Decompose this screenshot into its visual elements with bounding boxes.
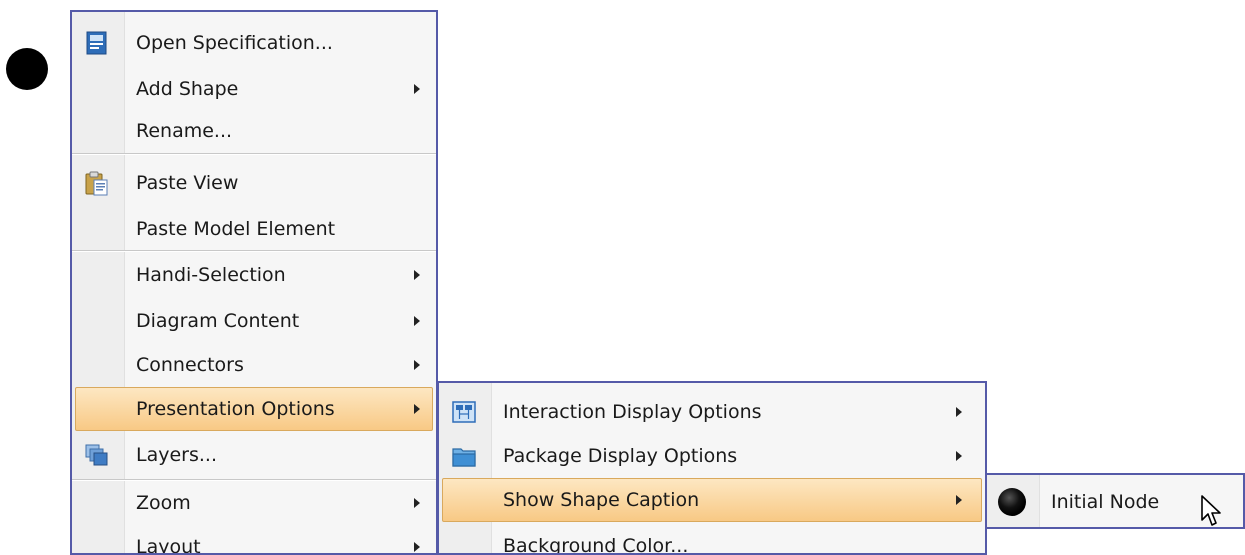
submenu-arrow-icon: [956, 407, 962, 417]
menu-separator: [72, 153, 436, 155]
menu-item-label: Background Color...: [503, 535, 689, 555]
menu-item-paste-model-element[interactable]: Paste Model Element: [72, 206, 436, 252]
paste-clipboard-icon: [85, 171, 108, 196]
submenu-arrow-icon: [414, 542, 420, 552]
menu-item-label: Rename...: [136, 120, 233, 142]
menu-item-show-shape-caption[interactable]: Show Shape Caption: [439, 477, 985, 523]
menu-item-layers[interactable]: Layers...: [72, 432, 436, 478]
menu-item-layout[interactable]: Layout: [72, 524, 436, 555]
menu-item-label: Diagram Content: [136, 310, 300, 332]
menu-item-label: Layers...: [136, 444, 217, 466]
menu-item-label: Zoom: [136, 492, 191, 514]
menu-item-label: Add Shape: [136, 78, 239, 100]
submenu-arrow-icon: [414, 270, 420, 280]
menu-item-label: Package Display Options: [503, 445, 738, 467]
initial-node-icon: [998, 488, 1026, 516]
open-specification-icon: [86, 31, 107, 55]
submenu-arrow-icon: [956, 495, 962, 505]
menu-item-rename[interactable]: Rename...: [72, 108, 436, 154]
menu-item-open-specification[interactable]: Open Specification...: [72, 20, 436, 66]
menu-item-handi-selection[interactable]: Handi-Selection: [72, 252, 436, 298]
layers-icon: [85, 444, 108, 466]
presentation-options-submenu: Interaction Display Options Package Disp…: [437, 381, 987, 555]
menu-item-add-shape[interactable]: Add Shape: [72, 66, 436, 112]
menu-item-package-display-options[interactable]: Package Display Options: [439, 433, 985, 479]
submenu-arrow-icon: [414, 404, 420, 414]
context-menu: Open Specification... Add Shape Rename..…: [70, 10, 438, 555]
menu-item-interaction-display-options[interactable]: Interaction Display Options: [439, 389, 985, 435]
interaction-display-icon: [452, 401, 476, 423]
menu-item-label: Layout: [136, 536, 201, 555]
menu-item-label: Handi-Selection: [136, 264, 286, 286]
menu-item-label: Show Shape Caption: [503, 489, 700, 511]
menu-item-label: Open Specification...: [136, 32, 333, 54]
submenu-arrow-icon: [414, 84, 420, 94]
menu-item-label: Paste Model Element: [136, 218, 336, 240]
package-folder-icon: [452, 448, 476, 467]
menu-item-paste-view[interactable]: Paste View: [72, 160, 436, 206]
submenu-arrow-icon: [956, 451, 962, 461]
menu-item-zoom[interactable]: Zoom: [72, 480, 436, 526]
menu-item-label: Initial Node: [1051, 491, 1160, 513]
menu-item-label: Interaction Display Options: [503, 401, 762, 423]
menu-item-label: Connectors: [136, 354, 244, 376]
submenu-arrow-icon: [414, 360, 420, 370]
menu-item-presentation-options[interactable]: Presentation Options: [72, 386, 436, 432]
menu-item-diagram-content[interactable]: Diagram Content: [72, 298, 436, 344]
menu-item-connectors[interactable]: Connectors: [72, 342, 436, 388]
mouse-pointer-icon: [1201, 495, 1221, 526]
menu-item-label: Paste View: [136, 172, 239, 194]
submenu-arrow-icon: [414, 498, 420, 508]
submenu-arrow-icon: [414, 316, 420, 326]
menu-item-label: Presentation Options: [136, 398, 335, 420]
menu-item-background-color[interactable]: Background Color...: [439, 523, 985, 555]
diagram-initial-node[interactable]: [6, 48, 48, 90]
